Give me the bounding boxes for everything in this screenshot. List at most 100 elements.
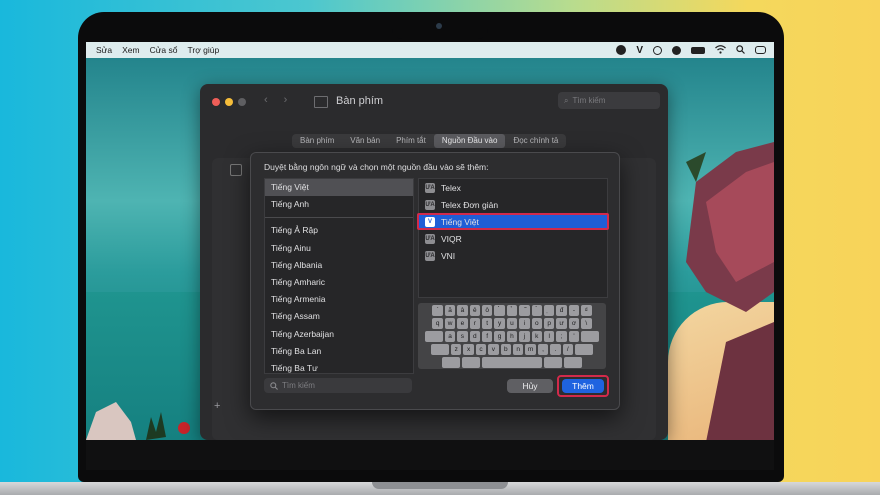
menu-help[interactable]: Trợ giúp bbox=[187, 45, 219, 55]
key: h bbox=[506, 331, 518, 342]
input-source-label: Tiếng Việt bbox=[441, 216, 479, 227]
language-item-selected[interactable]: Tiếng Việt bbox=[265, 179, 413, 197]
add-input-source-button[interactable]: + bbox=[214, 400, 220, 412]
input-source-item[interactable]: ƯA VIQR bbox=[419, 230, 607, 247]
laptop-bezel-bottom bbox=[86, 440, 774, 470]
language-item[interactable]: Tiếng Azerbaijan bbox=[265, 326, 413, 343]
language-item[interactable]: Tiếng Ả Rập bbox=[265, 222, 413, 239]
language-search-field[interactable]: Tìm kiếm bbox=[264, 378, 412, 393]
language-list[interactable]: Tiếng Việt Tiếng Anh Tiếng Ả Rập Tiếng A… bbox=[264, 178, 414, 374]
keyboard-row: a s d f g h j k l ; ' bbox=[420, 331, 604, 342]
key: b bbox=[500, 344, 511, 355]
key: ơ bbox=[568, 318, 580, 329]
forward-chevron-icon[interactable]: › bbox=[284, 94, 288, 106]
window-controls bbox=[212, 98, 246, 106]
back-chevron-icon[interactable]: ‹ bbox=[264, 94, 268, 106]
language-item[interactable]: Tiếng Amharic bbox=[265, 274, 413, 291]
language-item[interactable]: Tiếng Albania bbox=[265, 257, 413, 274]
input-source-label: Telex Đơn giản bbox=[441, 199, 499, 210]
add-button-highlight: Thêm bbox=[557, 375, 609, 397]
vietnamese-v-icon: V bbox=[425, 216, 435, 227]
menu-view[interactable]: Xem bbox=[122, 45, 139, 55]
menu-edit[interactable]: Sửa bbox=[96, 45, 112, 55]
preferences-tabs: Bàn phím Văn bản Phím tắt Nguồn Đầu vào … bbox=[292, 134, 567, 148]
show-all-grid-icon[interactable] bbox=[314, 96, 328, 108]
cancel-button[interactable]: Hủy bbox=[507, 379, 553, 393]
return-key bbox=[581, 331, 600, 342]
key: k bbox=[531, 331, 542, 342]
key: ₫ bbox=[581, 305, 592, 316]
record-icon[interactable] bbox=[653, 45, 662, 55]
language-item[interactable]: Tiếng Ba Tư bbox=[265, 360, 413, 373]
tab-dictation[interactable]: Đọc chính tả bbox=[505, 134, 566, 148]
key: c bbox=[475, 344, 487, 355]
camera-icon bbox=[436, 23, 442, 29]
key: ̀ bbox=[494, 305, 505, 316]
key: ' bbox=[568, 331, 580, 342]
search-placeholder: Tìm kiếm bbox=[572, 96, 606, 105]
input-source-label: VNI bbox=[441, 250, 456, 261]
language-item[interactable]: Tiếng Ba Lan bbox=[265, 343, 413, 360]
line-app-icon[interactable] bbox=[616, 45, 627, 55]
wifi-icon[interactable] bbox=[715, 44, 726, 56]
key: a bbox=[444, 331, 456, 342]
search-icon[interactable] bbox=[736, 44, 745, 56]
zoom-button[interactable] bbox=[238, 98, 246, 106]
minimize-button[interactable] bbox=[225, 98, 233, 106]
input-source-list[interactable]: ƯA Telex ƯA Telex Đơn giản V Tiếng Việt … bbox=[417, 178, 609, 298]
menu-bar: Sửa Xem Cửa sổ Trợ giúp V bbox=[86, 42, 774, 58]
v-input-icon[interactable]: V bbox=[636, 45, 643, 56]
key: - bbox=[568, 305, 580, 316]
close-button[interactable] bbox=[212, 98, 220, 106]
keyboard-layout-preview: ` ă â ê ô ̀ ̉ ̃ ́ ̣ đ - ₫ q w e r t y bbox=[418, 303, 606, 369]
modifier-key bbox=[564, 357, 582, 368]
key: \ bbox=[581, 318, 592, 329]
key: đ bbox=[556, 305, 567, 316]
input-source-item[interactable]: ƯA Telex Đơn giản bbox=[419, 196, 607, 213]
key: z bbox=[451, 344, 462, 355]
menu-window[interactable]: Cửa sổ bbox=[150, 45, 178, 55]
sheet-prompt: Duyệt bằng ngôn ngữ và chọn một nguồn đầ… bbox=[264, 162, 489, 172]
key: ô bbox=[482, 305, 493, 316]
search-icon: ⌕ bbox=[564, 95, 569, 105]
tab-input-sources[interactable]: Nguồn Đầu vào bbox=[433, 134, 506, 148]
key: j bbox=[519, 331, 530, 342]
key: i bbox=[519, 318, 530, 329]
tab-text[interactable]: Văn bản bbox=[342, 134, 388, 148]
add-button[interactable]: Thêm bbox=[562, 379, 604, 393]
input-source-item[interactable]: ƯA VNI bbox=[419, 247, 607, 264]
tab-shortcuts[interactable]: Phím tắt bbox=[388, 134, 434, 148]
key: . bbox=[550, 344, 561, 355]
key: â bbox=[457, 305, 468, 316]
camera-notch bbox=[392, 15, 488, 39]
keyboard-row: ` ă â ê ô ̀ ̉ ̃ ́ ̣ đ - ₫ bbox=[420, 305, 604, 316]
language-item[interactable]: Tiếng Ainu bbox=[265, 240, 413, 257]
input-source-item[interactable]: ƯA Telex bbox=[419, 179, 607, 196]
control-center-icon[interactable] bbox=[755, 46, 766, 54]
input-source-label: Telex bbox=[441, 182, 461, 193]
shift-key bbox=[431, 344, 450, 355]
language-item[interactable]: Tiếng Anh bbox=[265, 196, 413, 213]
language-item[interactable]: Tiếng Armenia bbox=[265, 291, 413, 308]
input-source-icon: ƯA bbox=[425, 199, 435, 210]
key: y bbox=[494, 318, 505, 329]
input-source-label: VIQR bbox=[441, 233, 462, 244]
key: ` bbox=[432, 305, 443, 316]
battery-icon[interactable] bbox=[691, 46, 705, 54]
add-input-source-sheet: Duyệt bằng ngôn ngữ và chọn một nguồn đầ… bbox=[250, 152, 620, 410]
keyboard-row bbox=[420, 357, 604, 368]
input-source-icon bbox=[230, 164, 242, 176]
language-item[interactable]: Tiếng Assam bbox=[265, 308, 413, 325]
input-source-item-selected[interactable]: V Tiếng Việt bbox=[417, 213, 609, 230]
preferences-search-field[interactable]: ⌕ Tìm kiếm bbox=[558, 92, 660, 109]
key: e bbox=[457, 318, 468, 329]
search-placeholder: Tìm kiếm bbox=[282, 381, 315, 390]
key: ̃ bbox=[519, 305, 530, 316]
key: f bbox=[482, 331, 493, 342]
key: / bbox=[562, 344, 573, 355]
shift-key bbox=[574, 344, 593, 355]
user-icon[interactable] bbox=[672, 45, 681, 55]
tab-keyboard[interactable]: Bàn phím bbox=[292, 134, 342, 148]
key: s bbox=[457, 331, 468, 342]
key: u bbox=[506, 318, 518, 329]
